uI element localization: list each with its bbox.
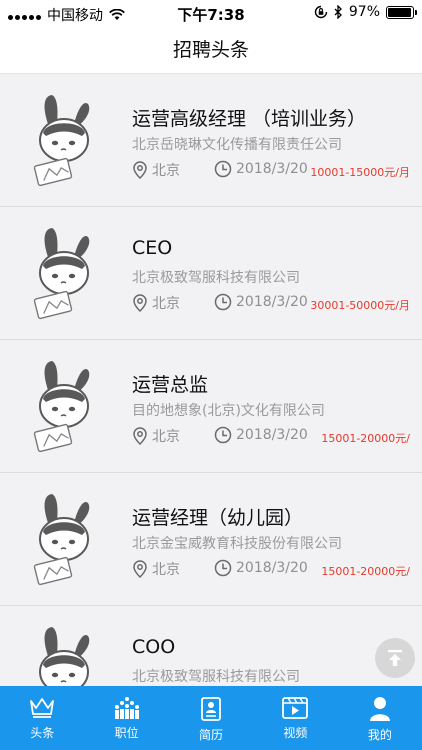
location-text: 北京: [152, 562, 180, 578]
back-to-top-button[interactable]: [375, 638, 415, 678]
job-card[interactable]: CEO 北京极致驾服科技有限公司 北京 2018/3/20 30001-5000…: [0, 207, 422, 340]
clock-icon: [214, 293, 232, 311]
clock-icon: [214, 160, 232, 178]
job-location: 北京: [132, 426, 180, 446]
job-card[interactable]: 运营经理（幼儿园） 北京金宝威教育科技股份有限公司 北京 2018/3/20 1…: [0, 473, 422, 606]
job-date: 2018/3/20: [214, 426, 308, 444]
rotation-lock-icon: [314, 5, 328, 19]
status-bar: 中国移动 下午7:38 97%: [0, 0, 422, 28]
job-card[interactable]: 运营总监 目的地想象(北京)文化有限公司 北京 2018/3/20 15001-…: [0, 340, 422, 473]
job-title: CEO: [132, 237, 173, 259]
date-text: 2018/3/20: [236, 427, 308, 443]
job-location: 北京: [132, 559, 180, 579]
location-pin-icon: [133, 294, 147, 312]
tab-headlines[interactable]: 头条: [0, 686, 84, 750]
date-text: 2018/3/20: [236, 294, 308, 310]
tab-video[interactable]: 视频: [253, 686, 337, 750]
crown-icon: [30, 698, 55, 718]
company-name: 目的地想象(北京)文化有限公司: [132, 403, 325, 419]
company-name: 北京极致驾服科技有限公司: [132, 669, 300, 685]
clock-icon: [214, 559, 232, 577]
location-text: 北京: [152, 296, 180, 312]
salary-text: 10001-15000元/月: [310, 166, 410, 179]
tab-label: 简历: [199, 728, 224, 742]
tab-label: 职位: [114, 726, 139, 740]
company-name: 北京极致驾服科技有限公司: [132, 270, 300, 286]
location-pin-icon: [133, 161, 147, 179]
clock-icon: [214, 426, 232, 444]
job-date: 2018/3/20: [214, 559, 308, 577]
location-pin-icon: [133, 427, 147, 445]
job-title: 运营总监: [132, 374, 209, 396]
job-list[interactable]: 运营高级经理 （培训业务） 北京岳晓琳文化传播有限责任公司 北京 2018/3/…: [0, 74, 422, 686]
tab-resume[interactable]: 简历: [169, 686, 253, 750]
mascot-avatar-icon: [33, 95, 90, 187]
battery-percent: 97%: [348, 4, 380, 20]
battery-icon: [386, 5, 417, 19]
location-text: 北京: [152, 163, 180, 179]
salary-text: 30001-50000元/月: [310, 299, 410, 312]
mascot-avatar-icon: [33, 228, 90, 320]
job-meta: 北京 2018/3/20 30001-50000元/月: [132, 291, 422, 315]
job-date: 2018/3/20: [214, 293, 308, 311]
tab-mine[interactable]: 我的: [338, 686, 422, 750]
mascot-avatar-icon: [33, 494, 90, 586]
tab-positions[interactable]: 职位: [84, 686, 168, 750]
job-meta: 北京 2018/3/20 15001-20000元/: [132, 424, 422, 448]
resume-icon: [201, 697, 221, 721]
mascot-avatar-icon: [33, 361, 90, 453]
mascot-avatar-icon: [39, 627, 90, 686]
video-icon: [282, 697, 309, 719]
date-text: 2018/3/20: [236, 161, 308, 177]
job-title: 运营高级经理 （培训业务）: [132, 108, 367, 130]
job-date: 2018/3/20: [214, 160, 308, 178]
arrow-up-icon: [388, 650, 402, 666]
company-name: 北京岳晓琳文化传播有限责任公司: [132, 137, 342, 153]
user-icon: [369, 697, 390, 721]
tab-label: 视频: [283, 726, 308, 740]
job-meta: 北京 2018/3/20 15001-20000元/: [132, 557, 422, 581]
job-meta: 北京 2018/3/20 10001-15000元/月: [132, 158, 422, 182]
company-name: 北京金宝威教育科技股份有限公司: [132, 536, 342, 552]
job-location: 北京: [132, 293, 180, 313]
page-title: 招聘头条: [0, 28, 422, 74]
date-text: 2018/3/20: [236, 560, 308, 576]
tab-label: 我的: [367, 728, 392, 742]
job-card[interactable]: 运营高级经理 （培训业务） 北京岳晓琳文化传播有限责任公司 北京 2018/3/…: [0, 74, 422, 207]
location-pin-icon: [133, 560, 147, 578]
salary-text: 15001-20000元/: [321, 565, 410, 578]
salary-text: 15001-20000元/: [321, 432, 410, 445]
crowd-icon: [114, 697, 139, 719]
bluetooth-icon: [334, 5, 342, 19]
location-text: 北京: [152, 429, 180, 445]
job-title: 运营经理（幼儿园）: [132, 507, 304, 529]
job-title: COO: [132, 636, 176, 658]
bottom-tab-bar: 头条 职位 简历 视频 我的: [0, 686, 422, 750]
job-location: 北京: [132, 160, 180, 180]
tab-label: 头条: [30, 726, 55, 740]
job-card[interactable]: COO 北京极致驾服科技有限公司: [0, 606, 422, 686]
